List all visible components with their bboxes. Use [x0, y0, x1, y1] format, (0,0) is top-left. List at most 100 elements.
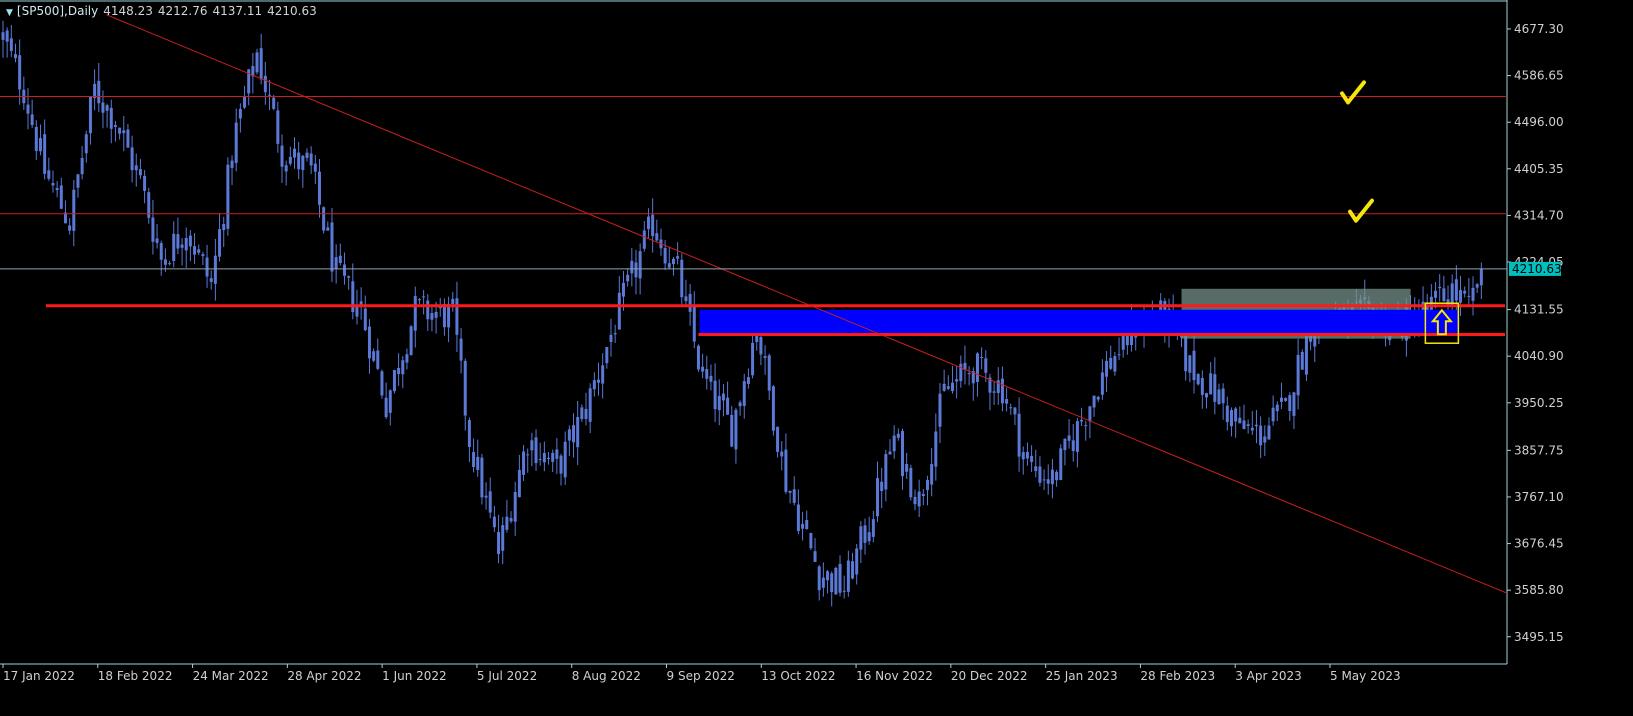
candle-body	[975, 353, 979, 382]
candle-body	[884, 454, 888, 490]
candle-body	[1438, 286, 1442, 289]
candle-body	[984, 358, 988, 373]
candle-body	[1217, 389, 1221, 405]
candle-body	[1450, 283, 1454, 305]
candle-body	[1296, 354, 1300, 396]
open-value: 4148.23	[103, 4, 153, 18]
candle-body	[497, 532, 501, 555]
candle-body	[68, 225, 72, 231]
candle-body	[838, 563, 842, 593]
x-tick-label: 18 Feb 2022	[98, 669, 173, 683]
candle-body	[763, 356, 767, 358]
candle-body	[1188, 355, 1192, 373]
candle-body	[930, 464, 934, 485]
y-tick-label: 4496.00	[1514, 115, 1564, 129]
candle-body	[484, 495, 488, 498]
candle-body	[338, 255, 342, 263]
candle-body	[1304, 334, 1308, 375]
candle-body	[172, 233, 176, 262]
x-tick-label: 24 Mar 2022	[193, 669, 269, 683]
candle-body	[451, 298, 455, 305]
candle-body	[168, 263, 172, 265]
candle-body	[130, 147, 134, 171]
candle-body	[118, 127, 122, 134]
candle-body	[272, 97, 276, 109]
x-tick-label: 16 Nov 2022	[856, 669, 933, 683]
candle-body	[1067, 435, 1071, 441]
candle-body	[426, 300, 430, 320]
y-tick-label: 3676.45	[1514, 537, 1564, 551]
candle-body	[1109, 357, 1113, 369]
x-tick-label: 5 May 2023	[1330, 669, 1401, 683]
candle-body	[1063, 438, 1067, 451]
close-value: 4210.63	[267, 4, 317, 18]
candle-body	[1042, 479, 1046, 481]
candle-body	[505, 516, 509, 530]
candle-body	[826, 571, 830, 581]
candle-body	[1442, 288, 1446, 302]
candle-body	[938, 393, 942, 427]
candle-body	[259, 48, 263, 80]
candle-body	[76, 174, 80, 188]
candle-body	[626, 274, 630, 282]
candle-body	[297, 152, 301, 170]
candle-body	[547, 457, 551, 460]
candle-body	[584, 408, 588, 419]
candle-body	[143, 175, 147, 191]
candle-body	[751, 342, 755, 376]
candle-body	[1005, 399, 1009, 404]
candle-body	[84, 134, 88, 154]
candle-body	[463, 360, 467, 416]
candle-body	[734, 409, 738, 450]
triangle-down-icon[interactable]: ▼	[6, 8, 13, 18]
price-chart[interactable]: 4677.304586.654496.004405.354314.704224.…	[0, 0, 1633, 716]
candle-body	[1275, 404, 1279, 412]
candle-body	[151, 217, 155, 242]
candle-body	[842, 590, 846, 592]
candle-body	[1046, 479, 1050, 484]
candle-body	[817, 566, 821, 591]
candle-body	[555, 449, 559, 459]
candle-body	[263, 75, 267, 93]
x-tick-label: 25 Jan 2023	[1046, 669, 1118, 683]
candle-body	[630, 260, 634, 274]
candle-body	[1459, 290, 1463, 303]
candle-body	[592, 380, 596, 390]
candle-body	[1030, 455, 1034, 462]
candle-body	[13, 54, 17, 59]
candle-body	[417, 299, 421, 301]
candle-body	[476, 456, 480, 470]
candle-body	[967, 373, 971, 375]
candle-body	[913, 496, 917, 505]
candle-body	[1192, 350, 1196, 381]
candle-body	[1204, 393, 1208, 398]
candle-body	[380, 371, 384, 396]
candle-body	[959, 363, 963, 382]
candle-body	[367, 326, 371, 359]
candle-body	[867, 532, 871, 542]
candle-body	[551, 452, 555, 462]
x-tick-label: 1 Jun 2022	[382, 669, 447, 683]
candle-body	[692, 307, 696, 342]
x-tick-label: 20 Dec 2022	[951, 669, 1028, 683]
candle-body	[634, 262, 638, 278]
candle-body	[580, 407, 584, 420]
low-value: 4137.11	[212, 4, 263, 18]
candle-body	[809, 532, 813, 549]
candle-body	[1454, 279, 1458, 301]
candle-body	[1234, 408, 1238, 422]
x-tick-label: 28 Apr 2022	[287, 669, 361, 683]
candle-body	[1200, 377, 1204, 395]
candle-body	[572, 425, 576, 443]
candle-body	[55, 187, 59, 191]
candle-body	[1088, 406, 1092, 422]
y-tick-label: 3950.25	[1514, 396, 1564, 410]
candle-body	[293, 148, 297, 158]
candle-body	[138, 169, 142, 176]
candle-body	[330, 222, 334, 272]
candle-body	[226, 164, 230, 229]
candle-body	[821, 577, 825, 588]
candle-body	[1105, 360, 1109, 377]
candle-body	[38, 138, 42, 152]
candle-body	[1475, 284, 1479, 288]
